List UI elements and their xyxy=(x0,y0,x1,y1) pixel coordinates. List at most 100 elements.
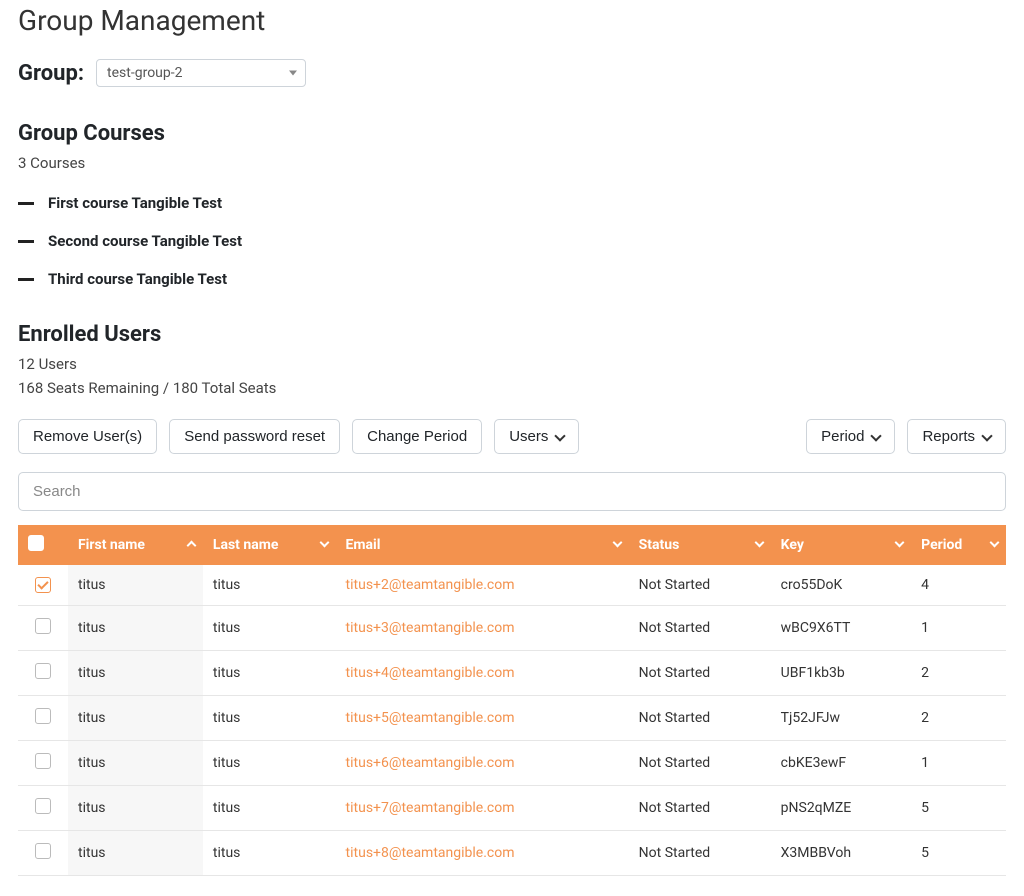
courses-count: 3 Courses xyxy=(18,154,1006,172)
col-first-name-label: First name xyxy=(78,537,145,553)
group-selector-row: Group: test-group-2 xyxy=(18,59,1006,87)
sort-icon xyxy=(756,537,763,553)
cell-last-name: titus xyxy=(203,651,336,696)
select-all-checkbox[interactable] xyxy=(28,535,44,551)
cell-status: Not Started xyxy=(629,606,771,651)
reports-dropdown[interactable]: Reports xyxy=(907,419,1006,454)
course-name: Second course Tangible Test xyxy=(48,232,242,250)
cell-email: titus+7@teamtangible.com xyxy=(336,786,629,831)
sort-icon xyxy=(321,537,328,553)
cell-period: 5 xyxy=(911,831,1006,876)
col-period[interactable]: Period xyxy=(911,525,1006,565)
group-select-value: test-group-2 xyxy=(107,65,182,81)
table-row: titustitus titus+2@teamtangible.com Not St… xyxy=(18,565,1006,606)
cell-last-name: titus xyxy=(203,696,336,741)
period-dropdown[interactable]: Period xyxy=(806,419,895,454)
cell-last-name: titus xyxy=(203,565,336,606)
cell-period: 1 xyxy=(911,606,1006,651)
sort-asc-icon xyxy=(188,537,195,553)
col-status-label: Status xyxy=(639,537,680,553)
cell-first-name: titus xyxy=(68,696,203,741)
email-link[interactable]: titus+3@teamtangible.com xyxy=(346,620,515,636)
course-name: First course Tangible Test xyxy=(48,194,222,212)
cell-status: Not Started xyxy=(629,741,771,786)
table-row: titustitustitus+3@teamtangible.comNot St… xyxy=(18,606,1006,651)
email-link[interactable]: titus+7@teamtangible.com xyxy=(346,800,515,816)
cell-email: titus+3@teamtangible.com xyxy=(336,606,629,651)
course-name: Third course Tangible Test xyxy=(48,270,227,288)
enrolled-users-heading: Enrolled Users xyxy=(18,322,1006,347)
course-item: Second course Tangible Test xyxy=(18,232,1006,250)
col-first-name[interactable]: First name xyxy=(68,525,203,565)
cell-last-name: titus xyxy=(203,831,336,876)
cell-key: Tj52JFJw xyxy=(771,696,911,741)
chevron-down-icon xyxy=(981,430,992,441)
group-select[interactable]: test-group-2 xyxy=(96,59,306,87)
row-checkbox[interactable] xyxy=(35,663,51,679)
cell-period: 5 xyxy=(911,786,1006,831)
cell-status: Not Started xyxy=(629,696,771,741)
row-checkbox[interactable] xyxy=(35,798,51,814)
users-dropdown[interactable]: Users xyxy=(494,419,579,454)
cell-email: titus+2@teamtangible.com xyxy=(336,565,629,606)
table-row: titustitus titus+4@teamtangible.com Not St… xyxy=(18,651,1006,696)
cell-status: Not Started xyxy=(629,565,771,606)
email-link[interactable]: titus+6@teamtangible.com xyxy=(346,755,515,771)
email-link[interactable]: titus+2@teamtangible.com xyxy=(346,577,515,593)
send-password-reset-button[interactable]: Send password reset xyxy=(169,419,340,454)
sort-icon xyxy=(991,537,998,553)
chevron-down-icon xyxy=(289,71,297,76)
table-row: titustitus titus+5@teamtangible.com Not St… xyxy=(18,696,1006,741)
cell-key: wBC9X6TT xyxy=(771,606,911,651)
table-row: titustitustitus+8@teamtangible.comNot St… xyxy=(18,831,1006,876)
course-list: First course Tangible Test Second course … xyxy=(18,194,1006,288)
email-link[interactable]: titus+8@teamtangible.com xyxy=(346,845,515,861)
course-item: Third course Tangible Test xyxy=(18,270,1006,288)
remove-users-button[interactable]: Remove User(s) xyxy=(18,419,157,454)
email-link[interactable]: titus+5@teamtangible.com xyxy=(346,710,515,726)
col-status[interactable]: Status xyxy=(629,525,771,565)
dash-icon xyxy=(18,240,34,243)
group-label: Group: xyxy=(18,61,84,86)
row-checkbox[interactable] xyxy=(35,708,51,724)
row-checkbox[interactable] xyxy=(35,753,51,769)
search-input[interactable] xyxy=(18,472,1006,511)
email-link[interactable]: titus+4@teamtangible.com xyxy=(346,665,515,681)
cell-first-name: titus xyxy=(68,831,203,876)
cell-status: Not Started xyxy=(629,651,771,696)
cell-status: Not Started xyxy=(629,786,771,831)
cell-key: UBF1kb3b xyxy=(771,651,911,696)
col-period-label: Period xyxy=(921,537,962,553)
users-count: 12 Users xyxy=(18,355,1006,373)
col-last-name[interactable]: Last name xyxy=(203,525,336,565)
col-key-label: Key xyxy=(781,537,804,553)
row-checkbox[interactable] xyxy=(35,618,51,634)
cell-first-name: titus xyxy=(68,606,203,651)
cell-last-name: titus xyxy=(203,786,336,831)
row-checkbox[interactable] xyxy=(35,843,51,859)
col-email[interactable]: Email xyxy=(336,525,629,565)
chevron-down-icon xyxy=(871,430,882,441)
cell-period: 4 xyxy=(911,565,1006,606)
cell-key: cbKE3ewF xyxy=(771,741,911,786)
change-period-button[interactable]: Change Period xyxy=(352,419,482,454)
users-dropdown-label: Users xyxy=(509,428,548,445)
cell-email: titus+5@teamtangible.com xyxy=(336,696,629,741)
dash-icon xyxy=(18,202,34,205)
cell-first-name: titus xyxy=(68,786,203,831)
cell-key: X3MBBVoh xyxy=(771,831,911,876)
cell-email: titus+4@teamtangible.com xyxy=(336,651,629,696)
cell-key: pNS2qMZE xyxy=(771,786,911,831)
row-checkbox[interactable] xyxy=(35,577,51,593)
cell-first-name: titus xyxy=(68,565,203,606)
table-row: titustitus titus+7@teamtangible.com Not St… xyxy=(18,786,1006,831)
cell-first-name: titus xyxy=(68,651,203,696)
cell-email: titus+8@teamtangible.com xyxy=(336,831,629,876)
cell-key: cro55DoK xyxy=(771,565,911,606)
sort-icon xyxy=(896,537,903,553)
course-item: First course Tangible Test xyxy=(18,194,1006,212)
toolbar: Remove User(s) Send password reset Chang… xyxy=(18,419,1006,454)
reports-dropdown-label: Reports xyxy=(922,428,975,445)
cell-period: 2 xyxy=(911,651,1006,696)
col-key[interactable]: Key xyxy=(771,525,911,565)
